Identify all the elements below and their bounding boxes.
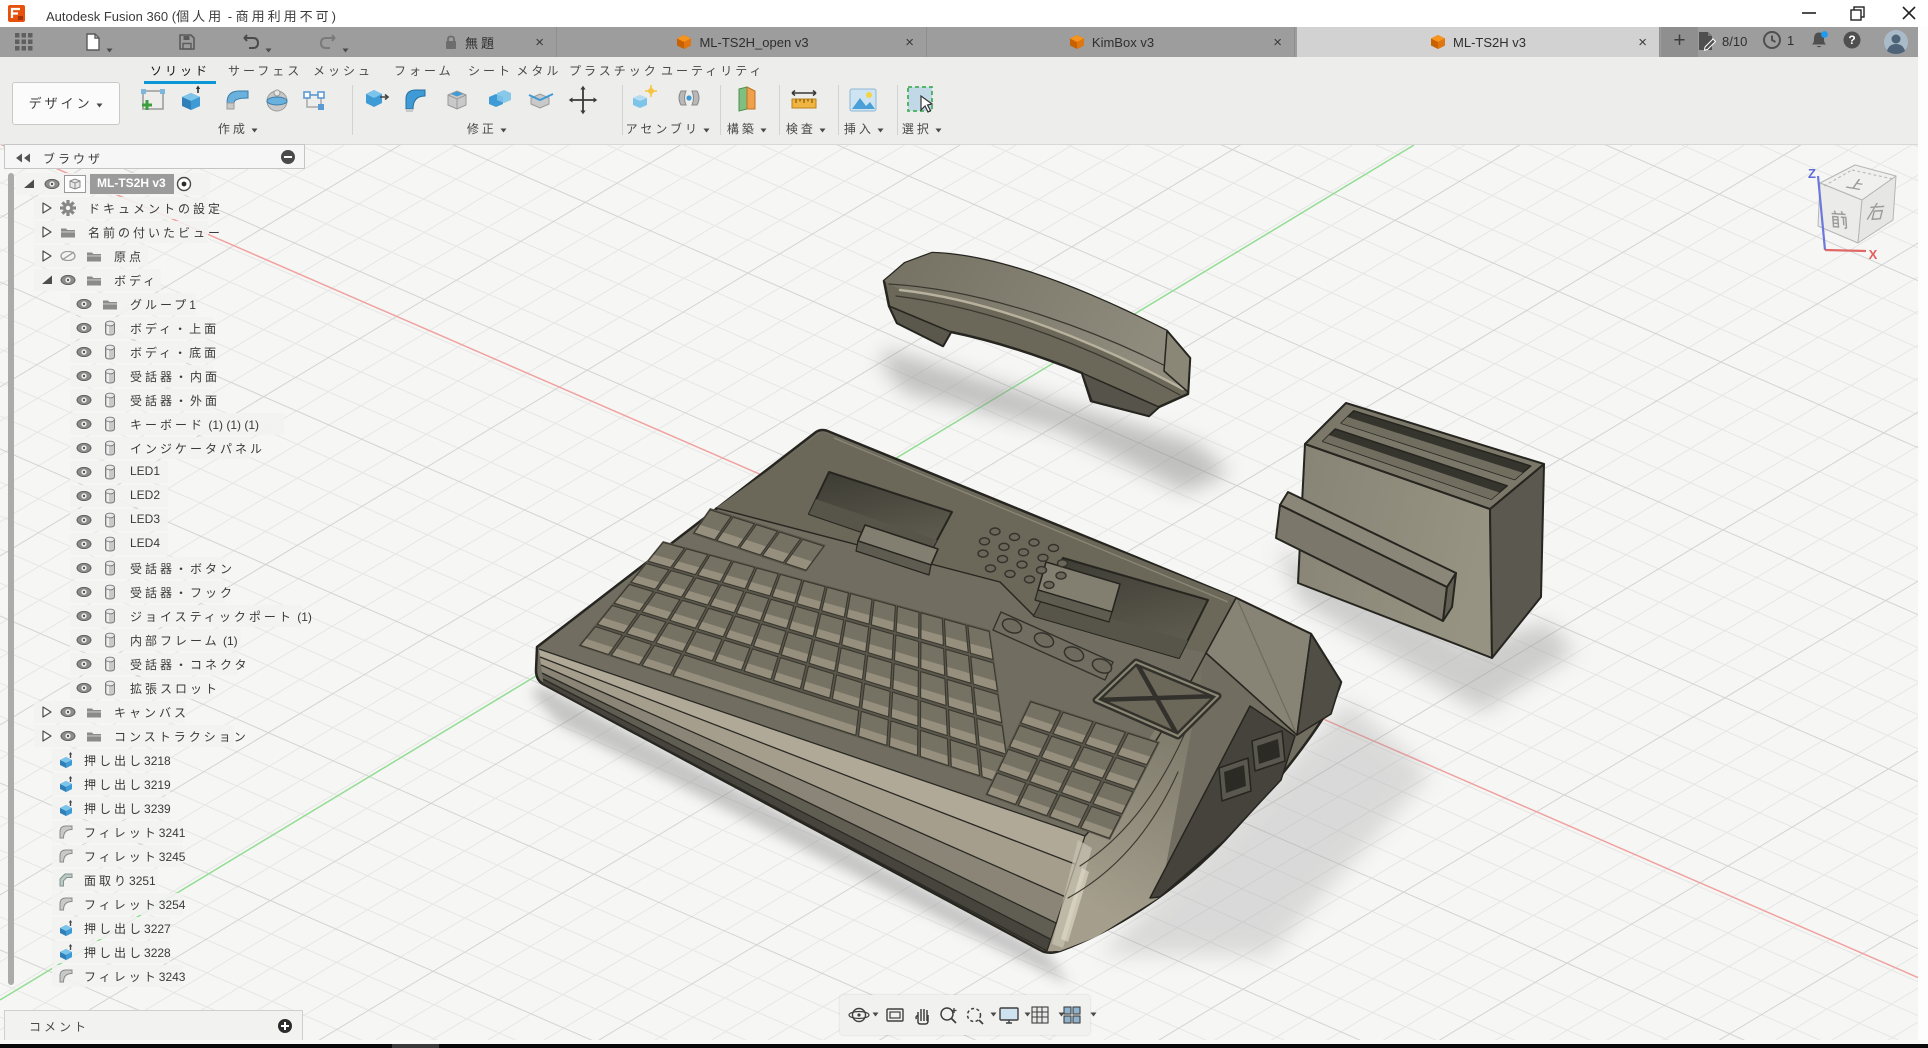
svg-text:Z: Z — [1808, 166, 1816, 181]
svg-text:X: X — [1869, 247, 1878, 262]
svg-text:?: ? — [1848, 33, 1855, 47]
